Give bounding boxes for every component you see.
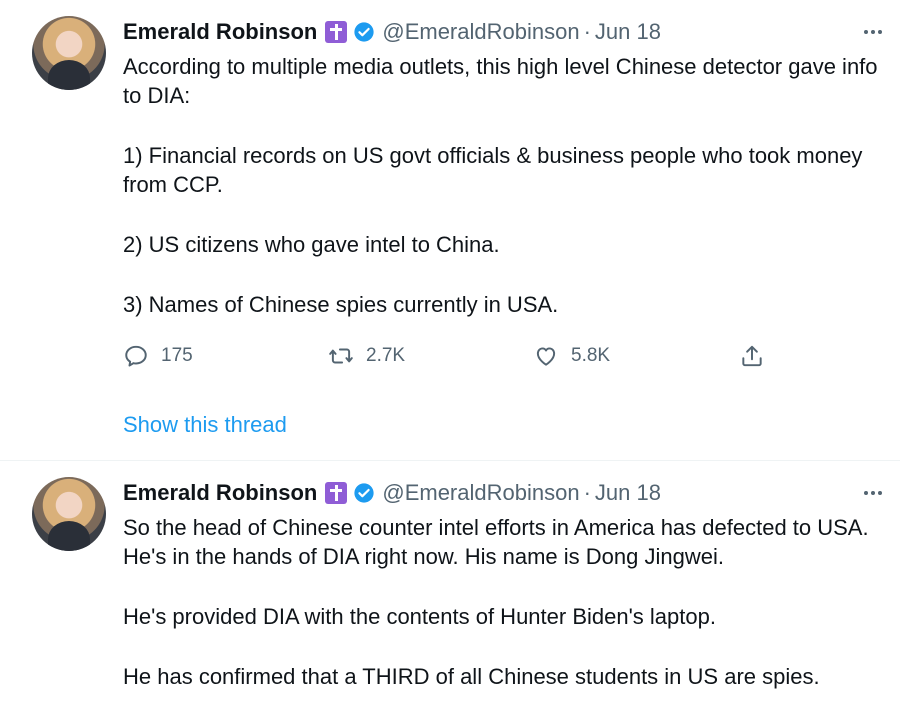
reply-button[interactable]: 175 xyxy=(123,342,193,370)
more-options-icon[interactable] xyxy=(852,16,882,48)
verified-badge-icon xyxy=(353,21,375,43)
tweet-date[interactable]: Jun 18 xyxy=(595,19,661,45)
tweet-header: Emerald Robinson @EmeraldRobinson · Jun … xyxy=(123,477,882,509)
tweet-paragraph: He's provided DIA with the contents of H… xyxy=(123,604,716,629)
separator: · xyxy=(583,480,591,505)
heart-icon xyxy=(536,347,556,366)
tweet-paragraph: 2) US citizens who gave intel to China. xyxy=(123,232,500,257)
tweet-header: Emerald Robinson @EmeraldRobinson · Jun … xyxy=(123,16,882,48)
tweet-text: So the head of Chinese counter intel eff… xyxy=(123,513,888,722)
tweet-paragraph: 3) Names of Chinese spies currently in U… xyxy=(123,292,559,317)
author-name[interactable]: Emerald Robinson xyxy=(123,19,317,45)
like-count: 5.8K xyxy=(571,345,611,366)
cross-emoji-icon xyxy=(325,21,348,43)
retweet-icon xyxy=(329,348,353,364)
more-options-icon[interactable] xyxy=(852,477,882,509)
share-button[interactable] xyxy=(739,342,765,370)
reply-count: 175 xyxy=(161,345,193,366)
author-handle[interactable]: @EmeraldRobinson xyxy=(382,480,579,506)
cross-emoji-icon xyxy=(325,482,348,504)
tweet-actions: 175 2.7K 5.8K xyxy=(123,342,773,370)
retweet-count: 2.7K xyxy=(366,345,406,366)
tweet-paragraph: According to multiple media outlets, thi… xyxy=(123,54,878,108)
show-thread-link[interactable]: Show this thread xyxy=(123,412,287,438)
author-name[interactable]: Emerald Robinson xyxy=(123,480,317,506)
tweet-paragraph: 1) Financial records on US govt official… xyxy=(123,143,863,197)
tweet[interactable]: Emerald Robinson @EmeraldRobinson · Jun … xyxy=(0,460,900,713)
separator: · xyxy=(583,19,591,44)
like-button[interactable]: 5.8K xyxy=(533,342,610,370)
reply-icon xyxy=(125,345,147,367)
tweet-paragraph: So the head of Chinese counter intel eff… xyxy=(123,515,869,569)
tweet-date[interactable]: Jun 18 xyxy=(595,480,661,506)
verified-badge-icon xyxy=(353,482,375,504)
author-handle[interactable]: @EmeraldRobinson xyxy=(382,19,579,45)
tweet[interactable]: Emerald Robinson @EmeraldRobinson · Jun … xyxy=(0,0,900,460)
share-icon xyxy=(742,345,762,367)
tweet-text: According to multiple media outlets, thi… xyxy=(123,52,888,350)
avatar[interactable] xyxy=(32,16,106,90)
tweet-paragraph: He has confirmed that a THIRD of all Chi… xyxy=(123,664,820,689)
retweet-button[interactable]: 2.7K xyxy=(328,342,405,370)
avatar[interactable] xyxy=(32,477,106,551)
